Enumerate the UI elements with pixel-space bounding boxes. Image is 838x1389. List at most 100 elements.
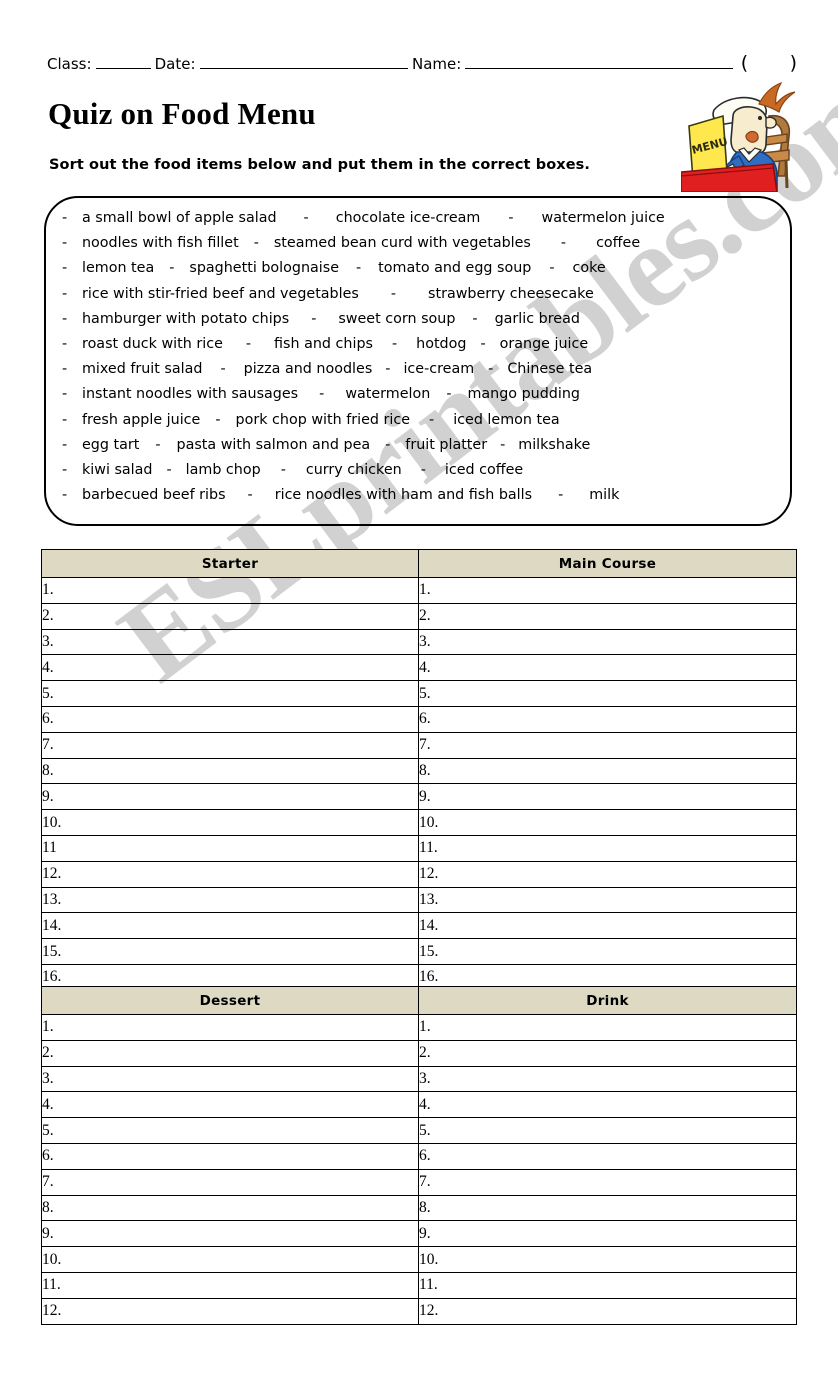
answer-cell-left[interactable]: 7. [41, 731, 419, 759]
answer-cell-left[interactable]: 3. [41, 628, 419, 656]
answer-cell-right[interactable]: 1. [418, 577, 797, 604]
word-bank-item[interactable]: strawberry cheesecake [428, 286, 594, 302]
word-bank-item[interactable]: steamed bean curd with vegetables [274, 235, 531, 251]
word-bank-item[interactable]: iced lemon tea [453, 412, 559, 428]
answer-cell-right[interactable]: 13. [418, 886, 797, 914]
answer-cell-right[interactable]: 9. [418, 1220, 797, 1248]
word-bank-item[interactable]: watermelon juice [542, 210, 665, 226]
answer-cell-left[interactable]: 1. [41, 1014, 419, 1041]
date-blank[interactable] [199, 55, 408, 69]
name-blank[interactable] [465, 55, 733, 69]
word-bank-item[interactable]: spaghetti bolognaise [189, 260, 339, 276]
answer-cell-right[interactable]: 11. [418, 1271, 797, 1299]
answer-cell-right[interactable]: 5. [418, 680, 797, 707]
word-bank-item[interactable]: fresh apple juice [82, 412, 200, 428]
answer-cell-right[interactable]: 12. [418, 860, 797, 888]
word-bank-item[interactable]: mango pudding [467, 386, 580, 402]
answer-cell-right[interactable]: 10. [418, 1246, 797, 1273]
word-bank-item[interactable]: roast duck with rice [82, 336, 223, 352]
word-bank-item[interactable]: tomato and egg soup [378, 260, 531, 276]
answer-cell-right[interactable]: 2. [418, 602, 797, 630]
word-bank-item[interactable]: iced coffee [445, 462, 523, 478]
word-bank-item[interactable]: barbecued beef ribs [82, 487, 226, 503]
answer-cell-right[interactable]: 1. [418, 1014, 797, 1041]
word-bank-item[interactable]: coffee [596, 235, 640, 251]
word-bank-item[interactable]: pork chop with fried rice [236, 412, 411, 428]
word-bank-item[interactable]: hamburger with potato chips [82, 311, 289, 327]
answer-cell-right[interactable]: 9. [418, 783, 797, 811]
answer-cell-left[interactable]: 11. [41, 1271, 419, 1299]
word-bank-item[interactable]: lemon tea [82, 260, 154, 276]
answer-cell-right[interactable]: 7. [418, 1168, 797, 1196]
word-bank-item[interactable]: watermelon [345, 386, 430, 402]
word-bank-item[interactable]: kiwi salad [82, 462, 152, 478]
word-bank-item[interactable]: mixed fruit salad [82, 361, 202, 377]
word-bank-row: - egg tart - pasta with salmon and pea - frui… [62, 437, 780, 462]
answer-cell-right[interactable]: 4. [418, 654, 797, 682]
word-bank-item[interactable]: hotdog [416, 336, 466, 352]
word-bank-item[interactable]: noodles with fish fillet [82, 235, 239, 251]
answer-cell-right[interactable]: 5. [418, 1117, 797, 1144]
word-bank-item[interactable]: coke [573, 260, 606, 276]
answer-cell-left[interactable]: 9. [41, 1220, 419, 1248]
answer-cell-left[interactable]: 5. [41, 1117, 419, 1144]
word-bank-item[interactable]: orange juice [500, 336, 589, 352]
answer-cell-right[interactable]: 8. [418, 1194, 797, 1222]
word-bank-item[interactable]: Chinese tea [507, 361, 592, 377]
word-bank-item[interactable]: instant noodles with sausages [82, 386, 298, 402]
answer-cell-left[interactable]: 2. [41, 602, 419, 630]
answer-cell-left[interactable]: 10. [41, 1246, 419, 1273]
word-bank-item[interactable]: rice with stir-fried beef and vegetables [82, 286, 359, 302]
answer-cell-left[interactable]: 12. [41, 1297, 419, 1325]
answer-cell-right[interactable]: 4. [418, 1091, 797, 1119]
answer-cell-right[interactable]: 8. [418, 757, 797, 785]
answer-cell-right[interactable]: 6. [418, 705, 797, 733]
answer-cell-left[interactable]: 15. [41, 938, 419, 965]
word-bank-separator: - [166, 461, 172, 478]
answer-cell-right[interactable]: 3. [418, 628, 797, 656]
word-bank-item[interactable]: ice-cream [403, 361, 474, 377]
answer-cell-left[interactable]: 3. [41, 1065, 419, 1093]
answer-cell-left[interactable]: 12. [41, 860, 419, 888]
answer-cell-left[interactable]: 9. [41, 783, 419, 811]
answer-cell-right[interactable]: 12. [418, 1297, 797, 1325]
word-bank-item[interactable]: egg tart [82, 437, 139, 453]
answer-cell-left[interactable]: 10. [41, 809, 419, 836]
answer-cell-left[interactable]: 7. [41, 1168, 419, 1196]
word-bank-item[interactable]: rice noodles with ham and fish balls [275, 487, 532, 503]
answer-cell-left[interactable]: 4. [41, 1091, 419, 1119]
table-row: 1. 1. [41, 1014, 797, 1041]
answer-cell-right[interactable]: 11. [418, 834, 797, 862]
word-bank-item[interactable]: pizza and noodles [244, 361, 373, 377]
answer-cell-right[interactable]: 15. [418, 938, 797, 965]
answer-cell-left[interactable]: 8. [41, 1194, 419, 1222]
word-bank-item[interactable]: fish and chips [274, 336, 373, 352]
answer-cell-right[interactable]: 7. [418, 731, 797, 759]
answer-cell-left[interactable]: 6. [41, 705, 419, 733]
answer-cell-left[interactable]: 2. [41, 1039, 419, 1067]
answer-cell-right[interactable]: 10. [418, 809, 797, 836]
answer-cell-left[interactable]: 1. [41, 577, 419, 604]
word-bank-item[interactable]: milkshake [518, 437, 590, 453]
word-bank-item[interactable]: lamb chop [186, 462, 261, 478]
word-bank-item[interactable]: a small bowl of apple salad [82, 210, 277, 226]
word-bank-item[interactable]: garlic bread [495, 311, 580, 327]
answer-cell-right[interactable]: 6. [418, 1142, 797, 1170]
word-bank-item[interactable]: fruit platter [405, 437, 487, 453]
answer-cell-right[interactable]: 14. [418, 912, 797, 940]
answer-cell-left[interactable]: 5. [41, 680, 419, 707]
answer-cell-left[interactable]: 4. [41, 654, 419, 682]
class-blank[interactable] [95, 55, 151, 69]
answer-cell-left[interactable]: 14. [41, 912, 419, 940]
word-bank-item[interactable]: sweet corn soup [338, 311, 455, 327]
answer-cell-right[interactable]: 2. [418, 1039, 797, 1067]
answer-cell-left[interactable]: 8. [41, 757, 419, 785]
answer-cell-left[interactable]: 11 [41, 834, 419, 862]
word-bank-item[interactable]: pasta with salmon and pea [177, 437, 371, 453]
answer-cell-left[interactable]: 13. [41, 886, 419, 914]
answer-cell-left[interactable]: 6. [41, 1142, 419, 1170]
word-bank-item[interactable]: chocolate ice-cream [336, 210, 481, 226]
word-bank-item[interactable]: milk [589, 487, 619, 503]
answer-cell-right[interactable]: 3. [418, 1065, 797, 1093]
word-bank-item[interactable]: curry chicken [306, 462, 402, 478]
